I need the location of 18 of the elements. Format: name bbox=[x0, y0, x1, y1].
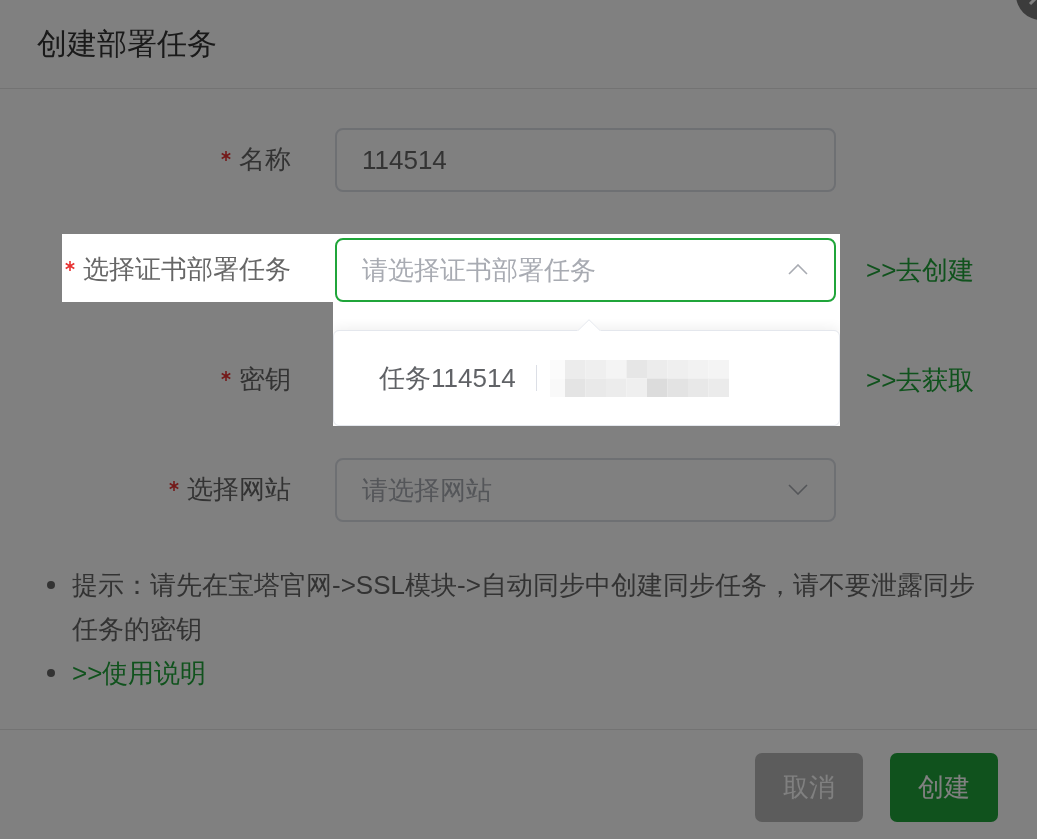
dialog-title: 创建部署任务 bbox=[37, 25, 217, 62]
dropdown-option[interactable]: 任务114514 bbox=[379, 360, 516, 396]
field-label: 选择证书部署任务 bbox=[83, 254, 291, 286]
close-icon[interactable] bbox=[1015, 0, 1037, 21]
chevron-down-icon[interactable] bbox=[788, 484, 808, 495]
create-button[interactable]: 创建 bbox=[890, 753, 998, 822]
field-label: 名称 bbox=[239, 144, 291, 176]
select-field[interactable]: 请选择证书部署任务 bbox=[335, 238, 836, 302]
usage-link[interactable]: >>使用说明 bbox=[72, 651, 207, 695]
text-field[interactable]: 114514 bbox=[335, 128, 836, 192]
bullet-icon bbox=[47, 581, 55, 589]
bullet-icon bbox=[47, 669, 55, 677]
field-label: 密钥 bbox=[239, 364, 291, 396]
side-link[interactable]: >>去获取 bbox=[866, 362, 975, 398]
chevron-up-icon[interactable] bbox=[788, 264, 808, 275]
side-link[interactable]: >>去创建 bbox=[866, 252, 975, 288]
tip-text: 提示：请先在宝塔官网->SSL模块->自动同步中创建同步任务，请不要泄露同步任务的密钥 bbox=[72, 569, 976, 646]
field-label: 选择网站 bbox=[187, 474, 291, 506]
